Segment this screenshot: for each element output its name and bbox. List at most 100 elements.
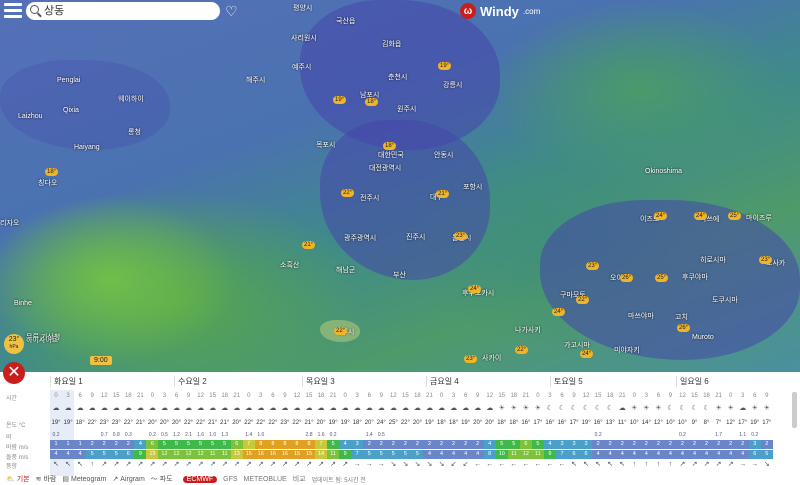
gust-cell: 11 [218, 450, 231, 459]
hours-cell: 3 [355, 393, 359, 399]
town-label: 진주시 [406, 234, 426, 241]
wind-cell: 2 [447, 440, 460, 449]
hours-cell: 18 [606, 393, 614, 399]
dir-cell: ↑ [90, 461, 94, 468]
tab-wind[interactable]: ≋ 바람 [36, 474, 57, 484]
rain-cell [640, 431, 652, 440]
town-label: Muroto [692, 334, 714, 341]
day-label[interactable]: 화요일 1 [50, 376, 83, 387]
hours-cell: 6 [78, 393, 82, 399]
day-label[interactable]: 금요일 4 [426, 376, 459, 387]
temp-cell: 13° [605, 420, 615, 426]
icons-cell: ☁ [112, 405, 120, 412]
weather-map[interactable]: 평양시 국산읍 사리원시 김화읍 춘천시 예주시 해주시 남포시 강릉시 원주시… [0, 0, 800, 372]
wind-cell: 2 [664, 440, 677, 449]
tab-meteogram[interactable]: ▤ Meteogram [62, 475, 106, 484]
model-meteoblue[interactable]: METEOBLUE [244, 476, 287, 483]
rain-cell: 0.2 [52, 432, 60, 438]
favorite-heart-icon[interactable]: ♡ [225, 3, 238, 20]
wind-cell: 8 [278, 440, 291, 449]
wind-cell: 2 [387, 440, 400, 449]
icons-cell: ☁ [365, 405, 373, 412]
temp-cell: 18° [497, 420, 507, 426]
compare-button[interactable]: 비교 [293, 474, 306, 484]
gust-cell: 6 [122, 450, 135, 459]
town-label: Haiyang [74, 144, 100, 151]
rain-cell [231, 431, 243, 440]
temp-cell: 23° [99, 420, 109, 426]
station-temp: 23° [8, 336, 20, 343]
dir-cell: → [377, 461, 385, 468]
gust-cell: 5 [86, 450, 99, 459]
temp-marker: 24° [654, 212, 668, 220]
model-gfs[interactable]: GFS [223, 476, 237, 483]
close-icon[interactable]: ✕ [3, 362, 25, 384]
rain-cell [508, 431, 520, 440]
wind-cell: 2 [604, 440, 617, 449]
station-name: 무루 기상청 [26, 334, 61, 341]
temp-marker: 24° [468, 285, 482, 293]
temp-cell: 22° [400, 420, 410, 426]
rain-cell [86, 431, 98, 440]
dir-cell: ← [558, 461, 566, 468]
wind-cell: 2 [652, 440, 665, 449]
hamburger-menu-icon[interactable] [4, 3, 22, 19]
tab-airgram[interactable]: ↗ Airgram [112, 475, 144, 484]
rain-cell: 0.5 [377, 432, 385, 438]
hours-cell: 12 [389, 393, 397, 399]
dir-cell: ↖ [571, 461, 577, 468]
gust-cell: 16 [254, 450, 267, 459]
search-input[interactable]: 상동 [26, 2, 220, 20]
temp-cell: 10° [629, 420, 639, 426]
hours-cell: 3 [259, 393, 263, 399]
station-temp-badge[interactable]: 23° hPa [4, 334, 24, 354]
temp-cell: 25° [388, 420, 398, 426]
dir-cell: → [365, 461, 373, 468]
icons-cell: ☁ [377, 405, 385, 412]
dir-cell: ↑ [632, 461, 637, 468]
windy-logo[interactable]: ω Windy .com [460, 2, 540, 20]
landmass [540, 200, 800, 360]
time-marker[interactable]: 9:00 [90, 356, 112, 365]
gust-cell: 4 [423, 450, 436, 459]
dir-cell: → [739, 461, 747, 468]
rain-cell [399, 431, 411, 440]
icons-cell: ☾ [607, 405, 614, 412]
tab-waves[interactable]: ～ 파도 [151, 474, 173, 484]
day-label[interactable]: 토요일 5 [550, 376, 583, 387]
town-label: 부산 [393, 272, 406, 279]
model-ecmwf[interactable]: ECMWF [182, 475, 218, 483]
wind-cell: 2 [676, 440, 689, 449]
icons-cell: ☀ [631, 405, 638, 412]
hours-cell: 21 [715, 393, 722, 399]
gust-cell: 11 [531, 450, 544, 459]
day-label[interactable]: 일요일 6 [676, 376, 709, 387]
dir-cell: ← [474, 461, 482, 468]
wind-cell: 2 [375, 440, 388, 449]
updated-text: 업데이트 됨: 5시간 전 [311, 477, 366, 484]
hours-cell: 9 [90, 393, 94, 399]
hours-cell: 21 [618, 393, 626, 399]
temp-cell: 18° [75, 420, 85, 426]
rain-cell: 1.7 [715, 432, 723, 438]
hours-cell: 18 [124, 393, 132, 399]
gust-cell: 9 [134, 450, 147, 459]
temp-marker: 24° [694, 212, 708, 220]
temp-cell: 22° [268, 420, 278, 426]
town-label: 고치 [675, 314, 688, 321]
gust-cell: 5 [98, 450, 111, 459]
day-label[interactable]: 수요일 2 [174, 376, 207, 387]
temp-marker: 19° [438, 62, 452, 70]
wind-cell: 5 [531, 440, 544, 449]
waves-icon: ～ [150, 476, 158, 483]
rain-cell: 1.2 [173, 432, 180, 438]
day-label[interactable]: 목요일 3 [302, 376, 335, 387]
rain-cell [74, 431, 86, 440]
dir-cell: ↖ [65, 461, 71, 468]
dir-cell: → [353, 461, 361, 468]
wind-cell: 5 [206, 440, 219, 449]
dir-cell: ↗ [330, 461, 337, 468]
tab-basic[interactable]: ⛅ 기본 [6, 474, 30, 484]
rain-cell: 0.2 [678, 432, 686, 438]
scrollbar[interactable] [792, 392, 797, 428]
